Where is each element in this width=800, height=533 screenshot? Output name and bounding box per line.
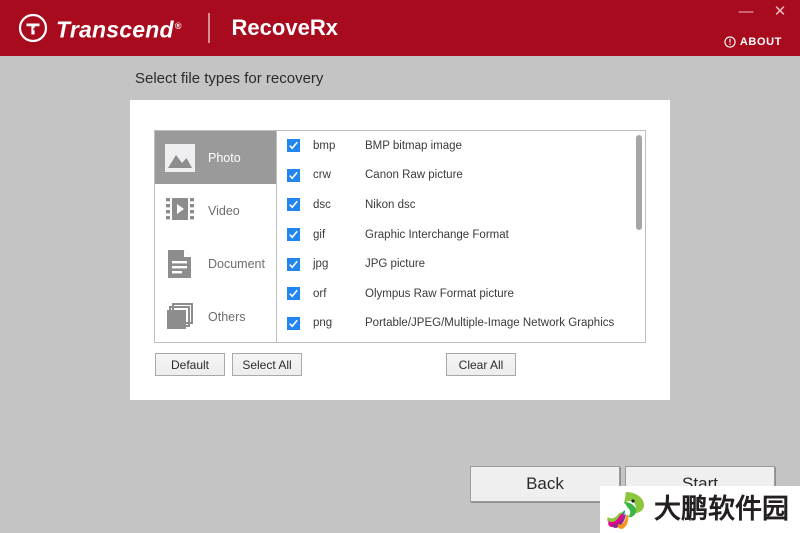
file-type-row[interactable]: orf Olympus Raw Format picture (277, 279, 645, 309)
category-label: Document (208, 257, 265, 271)
registered-mark: ® (175, 21, 182, 31)
category-item-others[interactable]: Others (155, 290, 276, 342)
about-label: ABOUT (740, 36, 782, 48)
file-type-list: bmp BMP bitmap image crw Canon Raw pictu… (277, 131, 645, 342)
dapeng-bird-logo-icon (606, 490, 648, 530)
file-type-description: Graphic Interchange Format (365, 229, 509, 241)
file-type-description: Olympus Raw Format picture (365, 288, 514, 300)
category-label: Others (208, 310, 246, 324)
file-type-row[interactable]: gif Graphic Interchange Format (277, 220, 645, 250)
checkbox-checked-icon[interactable] (287, 169, 300, 182)
app-name: RecoveRx (232, 13, 338, 43)
file-type-selector: Photo Video (154, 130, 646, 343)
minimize-button[interactable]: — (738, 4, 754, 20)
brand-block: Transcend® RecoveRx (18, 12, 338, 44)
file-type-extension: orf (313, 288, 365, 300)
file-type-description: Canon Raw picture (365, 169, 463, 181)
brand-divider (208, 13, 210, 43)
default-button[interactable]: Default (155, 353, 225, 376)
file-type-extension: jpg (313, 258, 365, 270)
watermark-overlay: 大鹏软件园 (600, 486, 800, 533)
file-type-extension: bmp (313, 140, 365, 152)
back-button[interactable]: Back (470, 466, 620, 502)
file-type-extension: gif (313, 229, 365, 241)
about-button[interactable]: ABOUT (724, 36, 782, 48)
checkbox-checked-icon[interactable] (287, 287, 300, 300)
watermark-text: 大鹏软件园 (654, 496, 789, 523)
file-type-row[interactable]: crw Canon Raw picture (277, 161, 645, 191)
file-type-row[interactable]: png Portable/JPEG/Multiple-Image Network… (277, 309, 645, 339)
category-label: Photo (208, 151, 241, 165)
photo-icon (163, 141, 197, 175)
category-item-photo[interactable]: Photo (155, 131, 276, 184)
checkbox-checked-icon[interactable] (287, 258, 300, 271)
title-bar: Transcend® RecoveRx — ✕ ABOUT (0, 0, 800, 56)
others-icon (163, 300, 197, 334)
file-type-description: BMP bitmap image (365, 140, 462, 152)
file-type-row[interactable]: dsc Nikon dsc (277, 190, 645, 220)
category-label: Video (208, 204, 240, 218)
category-list: Photo Video (155, 131, 277, 342)
file-type-description: JPG picture (365, 258, 425, 270)
close-button[interactable]: ✕ (772, 4, 788, 20)
file-type-extension: png (313, 317, 365, 329)
clear-all-button[interactable]: Clear All (446, 353, 516, 376)
checkbox-checked-icon[interactable] (287, 139, 300, 152)
info-circle-icon (724, 36, 736, 48)
document-icon (163, 247, 197, 281)
file-type-row[interactable]: bmp BMP bitmap image (277, 131, 645, 161)
page-title: Select file types for recovery (135, 70, 323, 87)
category-item-document[interactable]: Document (155, 237, 276, 290)
checkbox-checked-icon[interactable] (287, 198, 300, 211)
select-all-button[interactable]: Select All (232, 353, 302, 376)
video-icon (163, 194, 197, 228)
category-item-video[interactable]: Video (155, 184, 276, 237)
file-type-extension: dsc (313, 199, 365, 211)
brand-name: Transcend® (56, 11, 182, 45)
transcend-logo-icon (18, 13, 48, 43)
file-type-description: Portable/JPEG/Multiple-Image Network Gra… (365, 317, 614, 329)
checkbox-checked-icon[interactable] (287, 228, 300, 241)
window-controls: — ✕ (738, 4, 788, 20)
checkbox-checked-icon[interactable] (287, 317, 300, 330)
file-type-extension: crw (313, 169, 365, 181)
file-type-row[interactable]: jpg JPG picture (277, 249, 645, 279)
scrollbar-thumb[interactable] (636, 135, 642, 230)
file-type-description: Nikon dsc (365, 199, 416, 211)
